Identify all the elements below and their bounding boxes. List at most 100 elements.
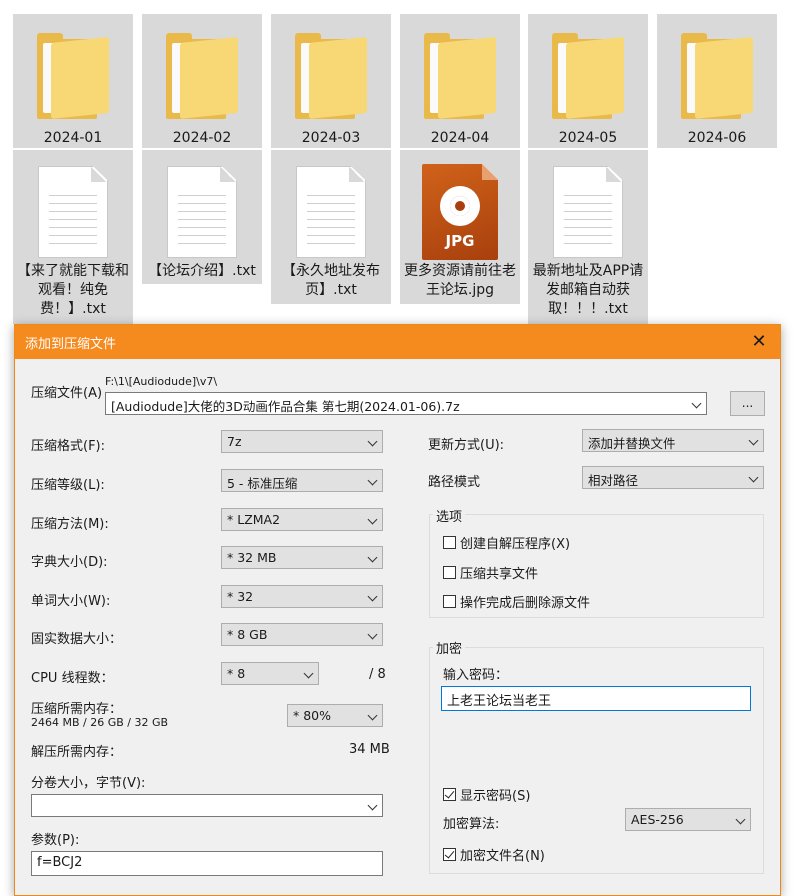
chevron-down-icon — [367, 800, 378, 811]
chevron-down-icon — [367, 629, 378, 640]
mem-label: 压缩所需内存： — [31, 702, 123, 717]
algo-label: 加密算法: — [443, 817, 500, 832]
dict-label: 字典大小(D): — [31, 555, 108, 570]
encrypt-title: 加密 — [433, 638, 466, 657]
format-label: 压缩格式(F): — [31, 439, 106, 454]
archive-name: [Audiodude]大佬的3D动画作品合集 第七期(2024.01-06).7… — [111, 399, 460, 414]
folder-icon — [37, 33, 109, 119]
params-input[interactable]: f=BCJ2 — [31, 851, 383, 876]
format-select[interactable]: 7z — [221, 430, 383, 453]
file-item[interactable]: 【来了就能下载和观看！纯免费！】.txt — [13, 150, 133, 324]
archive-path: F:\1\[Audiodude]\v7\ — [105, 375, 218, 388]
chevron-down-icon — [735, 814, 746, 825]
delete-source-checkbox[interactable]: 操作完成后删除源文件 — [443, 592, 590, 611]
path-select[interactable]: 相对路径 — [582, 466, 764, 489]
volume-label: 分卷大小，字节(V): — [31, 776, 146, 791]
shared-checkbox[interactable]: 压缩共享文件 — [443, 563, 538, 582]
show-password-checkbox[interactable]: 显示密码(S) — [443, 785, 530, 804]
chevron-down-icon — [367, 591, 378, 602]
chevron-down-icon — [367, 475, 378, 486]
sfx-checkbox[interactable]: 创建自解压程序(X) — [443, 533, 570, 552]
folder-item[interactable]: 2024-06 — [657, 14, 777, 148]
threads-max: / 8 — [369, 667, 386, 682]
update-select[interactable]: 添加并替换文件 — [582, 429, 764, 452]
folder-item[interactable]: 2024-03 — [271, 14, 391, 148]
dialog-titlebar: 添加到压缩文件 ✕ — [15, 325, 780, 359]
mem-select[interactable]: * 80% — [287, 704, 383, 727]
txt-icon — [167, 166, 237, 258]
folder-icon — [295, 33, 367, 119]
jpg-icon: JPG — [422, 164, 498, 260]
password-input[interactable]: 上老王论坛当老王 — [441, 686, 751, 711]
algo-select[interactable]: AES-256 — [625, 808, 751, 831]
file-name: 【永久地址发布页】.txt — [282, 263, 380, 298]
method-label: 压缩方法(M): — [31, 517, 109, 532]
file-item[interactable]: 最新地址及APP请发邮箱自动获取！！！.txt — [528, 150, 648, 324]
browse-button[interactable]: ... — [730, 391, 765, 416]
txt-icon — [38, 166, 108, 258]
threads-select[interactable]: * 8 — [221, 662, 319, 685]
word-select[interactable]: * 32 — [221, 585, 383, 608]
word-label: 单词大小(W): — [31, 594, 111, 609]
password-label: 输入密码： — [443, 668, 509, 683]
check-icon — [443, 788, 456, 801]
close-icon[interactable]: ✕ — [748, 331, 770, 353]
level-select[interactable]: 5 - 标准压缩 — [221, 469, 383, 492]
chevron-down-icon — [691, 398, 702, 409]
threads-label: CPU 线程数： — [31, 671, 114, 686]
folder-name: 2024-02 — [172, 130, 232, 146]
solid-label: 固实数据大小： — [31, 632, 123, 647]
folder-name: 2024-03 — [301, 130, 361, 146]
chevron-down-icon — [367, 436, 378, 447]
folder-item[interactable]: 2024-04 — [400, 14, 520, 148]
folder-item[interactable]: 2024-01 — [13, 14, 133, 148]
encrypt-names-checkbox[interactable]: 加密文件名(N) — [443, 845, 545, 864]
folder-name: 2024-01 — [43, 130, 103, 146]
chevron-down-icon — [367, 514, 378, 525]
file-name: 【论坛介绍】.txt — [148, 263, 256, 279]
folder-icon — [166, 33, 238, 119]
txt-icon — [553, 166, 623, 258]
chevron-down-icon — [748, 472, 759, 483]
archive-name-combobox[interactable]: [Audiodude]大佬的3D动画作品合集 第七期(2024.01-06).7… — [105, 392, 707, 415]
file-item[interactable]: 【永久地址发布页】.txt — [271, 150, 391, 304]
dict-select[interactable]: * 32 MB — [221, 546, 383, 569]
solid-select[interactable]: * 8 GB — [221, 623, 383, 646]
file-grid: 2024-01 2024-02 2024-03 2024-04 2024-05 … — [0, 0, 800, 330]
file-name: 【来了就能下载和观看！纯免费！】.txt — [17, 263, 129, 317]
folder-item[interactable]: 2024-05 — [528, 14, 648, 148]
decomp-label: 解压所需内存： — [31, 745, 123, 760]
dialog-title: 添加到压缩文件 — [25, 336, 117, 352]
chevron-down-icon — [367, 552, 378, 563]
folder-icon — [424, 33, 496, 119]
method-select[interactable]: * LZMA2 — [221, 508, 383, 531]
file-name: 最新地址及APP请发邮箱自动获取！！！.txt — [532, 263, 644, 317]
params-label: 参数(P): — [31, 833, 80, 848]
chevron-down-icon — [367, 710, 378, 721]
folder-name: 2024-06 — [687, 130, 747, 146]
folder-name: 2024-05 — [558, 130, 618, 146]
check-icon — [443, 848, 456, 861]
chevron-down-icon — [303, 668, 314, 679]
level-label: 压缩等级(L): — [31, 478, 105, 493]
checkbox-icon — [443, 595, 456, 608]
volume-combobox[interactable] — [31, 794, 383, 817]
folder-icon — [552, 33, 624, 119]
archive-label: 压缩文件(A) — [31, 386, 103, 401]
folder-item[interactable]: 2024-02 — [142, 14, 262, 148]
checkbox-icon — [443, 536, 456, 549]
update-label: 更新方式(U): — [428, 438, 505, 453]
folder-name: 2024-04 — [430, 130, 490, 146]
checkbox-icon — [443, 566, 456, 579]
decomp-value: 34 MB — [349, 742, 390, 757]
path-label: 路径模式 — [428, 475, 481, 490]
chevron-down-icon — [748, 435, 759, 446]
txt-icon — [296, 166, 366, 258]
add-to-archive-dialog: 添加到压缩文件 ✕ 压缩文件(A) F:\1\[Audiodude]\v7\ [… — [14, 324, 781, 896]
folder-icon — [681, 33, 753, 119]
options-title: 选项 — [433, 506, 466, 525]
file-name: 更多资源请前往老王论坛.jpg — [404, 263, 516, 298]
file-item[interactable]: JPG 更多资源请前往老王论坛.jpg — [400, 150, 520, 304]
file-item[interactable]: 【论坛介绍】.txt — [142, 150, 262, 284]
mem-detail: 2464 MB / 26 GB / 32 GB — [31, 716, 169, 729]
